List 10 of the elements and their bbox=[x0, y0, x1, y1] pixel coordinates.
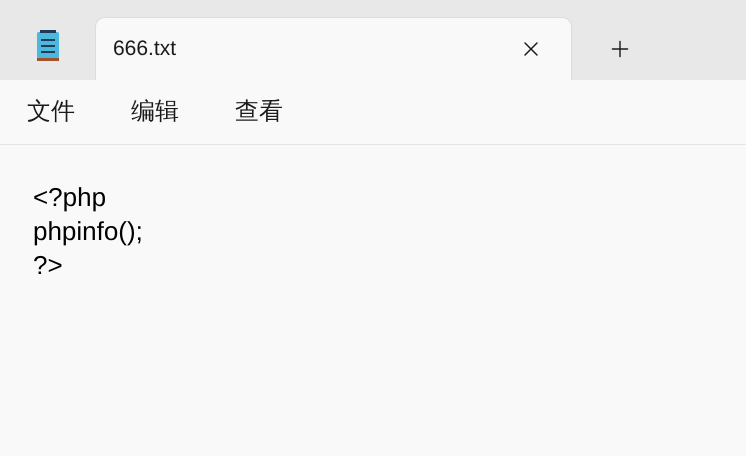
menu-item[interactable]: 查看 bbox=[235, 94, 283, 130]
code-line: <?php bbox=[33, 181, 108, 214]
tab-title: 666.txt bbox=[113, 36, 178, 62]
file-tab[interactable]: 666.txt bbox=[95, 17, 572, 80]
notepad-icon bbox=[34, 28, 60, 62]
menu-item[interactable]: 文件 bbox=[27, 94, 75, 130]
code-line: phpinfo(); bbox=[33, 215, 144, 248]
code-line: ?> bbox=[33, 249, 64, 282]
menu-item[interactable]: 编辑 bbox=[131, 94, 179, 130]
text-editor[interactable]: <?php phpinfo(); ?> bbox=[0, 145, 746, 456]
